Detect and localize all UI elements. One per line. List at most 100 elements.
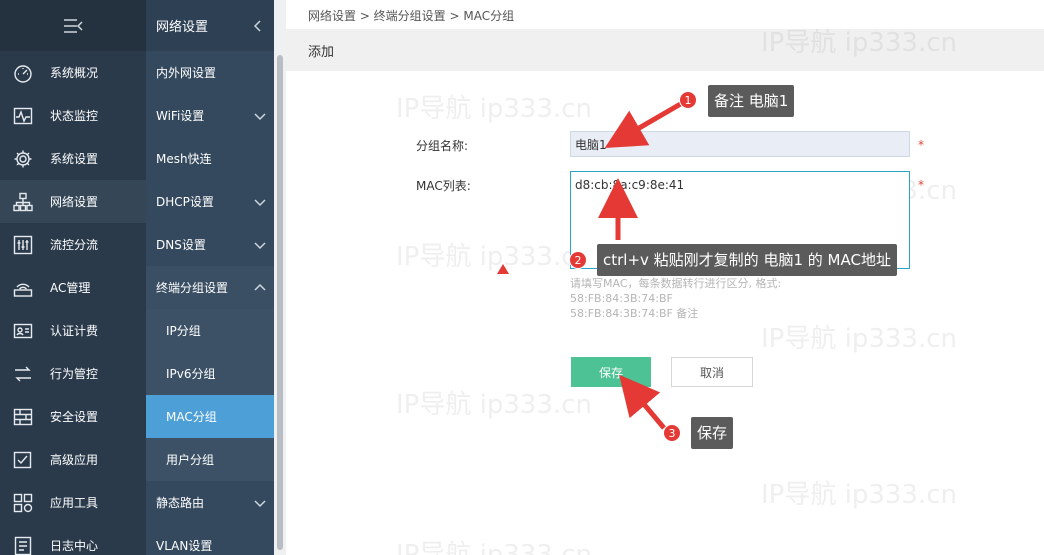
group-name-input[interactable]: [570, 131, 910, 157]
menu-collapse-icon: [64, 18, 83, 33]
subbar-item-mesh[interactable]: Mesh快连: [146, 137, 274, 180]
sidebar-item-network-settings[interactable]: 网络设置: [0, 180, 146, 223]
arrows-icon: [12, 363, 34, 385]
menu-toggle-button[interactable]: [0, 0, 146, 51]
required-mark: *: [918, 178, 924, 192]
watermark-text: IP导航 ip333.cn: [396, 540, 593, 555]
subbar-item-label: 静态路由: [156, 496, 205, 510]
annotation-step-3-badge: 3: [663, 424, 681, 442]
page-title: 添加: [308, 45, 335, 60]
sidebar-item-label: 日志中心: [50, 539, 99, 553]
sidebar-scrollbar-thumb[interactable]: [277, 55, 283, 550]
main-content: 网络设置 > 终端分组设置 > MAC分组 添加 IP导航 ip333.cn I…: [286, 0, 1044, 555]
group-name-label: 分组名称:: [416, 139, 469, 153]
subbar-item-static-route[interactable]: 静态路由: [146, 481, 274, 524]
gear-icon: [12, 148, 34, 170]
cancel-button[interactable]: 取消: [671, 357, 753, 387]
wifi-ap-icon: [12, 277, 34, 299]
sidebar-item-label: AC管理: [50, 281, 91, 295]
chevron-down-icon: [254, 239, 266, 251]
subbar-item-label: VLAN设置: [156, 539, 213, 553]
subbar-item-label: 终端分组设置: [156, 281, 229, 295]
subbar-item-label: DHCP设置: [156, 195, 214, 209]
subbar-item-label: 内外网设置: [156, 66, 217, 80]
subbar-item-label: MAC分组: [166, 410, 217, 424]
subbar-header: 网络设置: [146, 0, 274, 51]
subbar-item-vlan[interactable]: VLAN设置: [146, 524, 274, 555]
sidebar-item-behavior[interactable]: 行为管控: [0, 352, 146, 395]
sidebar-item-logs[interactable]: 日志中心: [0, 524, 146, 555]
breadcrumb: 网络设置 > 终端分组设置 > MAC分组: [308, 9, 515, 23]
subbar-item-dns[interactable]: DNS设置: [146, 223, 274, 266]
sidebar-item-security[interactable]: 安全设置: [0, 395, 146, 438]
watermark-text: IP导航 ip333.cn: [761, 480, 958, 510]
sidebar-item-overview[interactable]: 系统概况: [0, 51, 146, 94]
id-card-icon: [12, 320, 34, 342]
sidebar-item-advanced[interactable]: 高级应用: [0, 438, 146, 481]
required-mark: *: [918, 138, 924, 152]
subbar-item-label: IPv6分组: [166, 367, 216, 381]
watermark-text: IP导航 ip333.cn: [761, 324, 958, 354]
subbar-item-terminal-group[interactable]: 终端分组设置: [146, 266, 274, 309]
sidebar-item-label: 安全设置: [50, 410, 99, 424]
sidebar-item-label: 认证计费: [50, 324, 99, 338]
page-title-bar: 添加: [286, 29, 1044, 71]
network-icon: [12, 191, 34, 213]
sidebar-item-label: 状态监控: [50, 109, 99, 123]
firewall-icon: [12, 406, 34, 428]
sidebar-item-auth[interactable]: 认证计费: [0, 309, 146, 352]
sidebar-item-traffic[interactable]: 流控分流: [0, 223, 146, 266]
subbar-item-wifi[interactable]: WiFi设置: [146, 94, 274, 137]
collapse-chevron-icon[interactable]: [252, 19, 264, 32]
apps-icon: [12, 492, 34, 514]
sidebar-item-tools[interactable]: 应用工具: [0, 481, 146, 524]
checkbox-icon: [12, 449, 34, 471]
subbar-item-label: WiFi设置: [156, 109, 205, 123]
sidebar-item-system-settings[interactable]: 系统设置: [0, 137, 146, 180]
subbar-item-dhcp[interactable]: DHCP设置: [146, 180, 274, 223]
annotation-step-2-callout: ctrl+v 粘贴刚才复制的 电脑1 的 MAC地址: [597, 244, 897, 276]
sidebar-item-label: 应用工具: [50, 496, 99, 510]
sidebar-item-ac[interactable]: AC管理: [0, 266, 146, 309]
hint-line: 58:FB:84:3B:74:BF: [570, 292, 673, 305]
annotation-step-1-badge: 1: [679, 91, 697, 109]
chevron-down-icon: [254, 110, 266, 122]
subbar-item-lan-wan[interactable]: 内外网设置: [146, 51, 274, 94]
monitor-icon: [12, 105, 34, 127]
annotation-step-3-callout: 保存: [691, 417, 734, 449]
sidebar-item-label: 系统概况: [50, 66, 99, 80]
sub-sidebar: 网络设置 内外网设置 WiFi设置 Mesh快连 DHCP设置 DNS设置 终端…: [146, 0, 274, 555]
save-button[interactable]: 保存: [571, 357, 651, 387]
subbar-item-ip-group[interactable]: IP分组: [146, 309, 274, 352]
watermark-text: IP导航 ip333.cn: [396, 94, 593, 124]
mac-list-label: MAC列表:: [416, 179, 471, 193]
hint-line: 请填写MAC，每条数据转行进行区分, 格式:: [570, 277, 782, 290]
sidebar-item-label: 系统设置: [50, 152, 99, 166]
chevron-down-icon: [254, 497, 266, 509]
sidebar-item-label: 高级应用: [50, 453, 99, 467]
subbar-item-label: IP分组: [166, 324, 201, 338]
subbar-item-label: 用户分组: [166, 453, 215, 467]
sidebar-item-label: 行为管控: [50, 367, 99, 381]
sidebar-item-label: 流控分流: [50, 238, 99, 252]
mac-format-hint: 请填写MAC，每条数据转行进行区分, 格式: 58:FB:84:3B:74:BF…: [570, 276, 781, 321]
sliders-icon: [12, 234, 34, 256]
hint-line: 58:FB:84:3B:74:BF 备注: [570, 307, 699, 320]
subbar-item-mac-group[interactable]: MAC分组: [146, 395, 274, 438]
annotation-step-1-callout: 备注 电脑1: [708, 85, 795, 117]
dashboard-icon: [12, 62, 34, 84]
subbar-title: 网络设置: [156, 20, 209, 35]
log-icon: [12, 535, 34, 555]
chevron-up-icon: [254, 282, 266, 294]
watermark-text: IP导航 ip333.cn: [396, 390, 593, 420]
subbar-item-label: Mesh快连: [156, 152, 212, 166]
sidebar-item-monitor[interactable]: 状态监控: [0, 94, 146, 137]
subbar-item-user-group[interactable]: 用户分组: [146, 438, 274, 481]
watermark-text: IP导航 ip333.cn: [396, 242, 593, 272]
annotation-step-2-badge: 2: [569, 251, 587, 269]
main-sidebar: 系统概况 状态监控 系统设置 网络设置 流控分流 AC管理 认证计费 行为管控 …: [0, 0, 146, 555]
chevron-down-icon: [254, 196, 266, 208]
sidebar-item-label: 网络设置: [50, 195, 99, 209]
subbar-item-ipv6-group[interactable]: IPv6分组: [146, 352, 274, 395]
subbar-item-label: DNS设置: [156, 238, 206, 252]
